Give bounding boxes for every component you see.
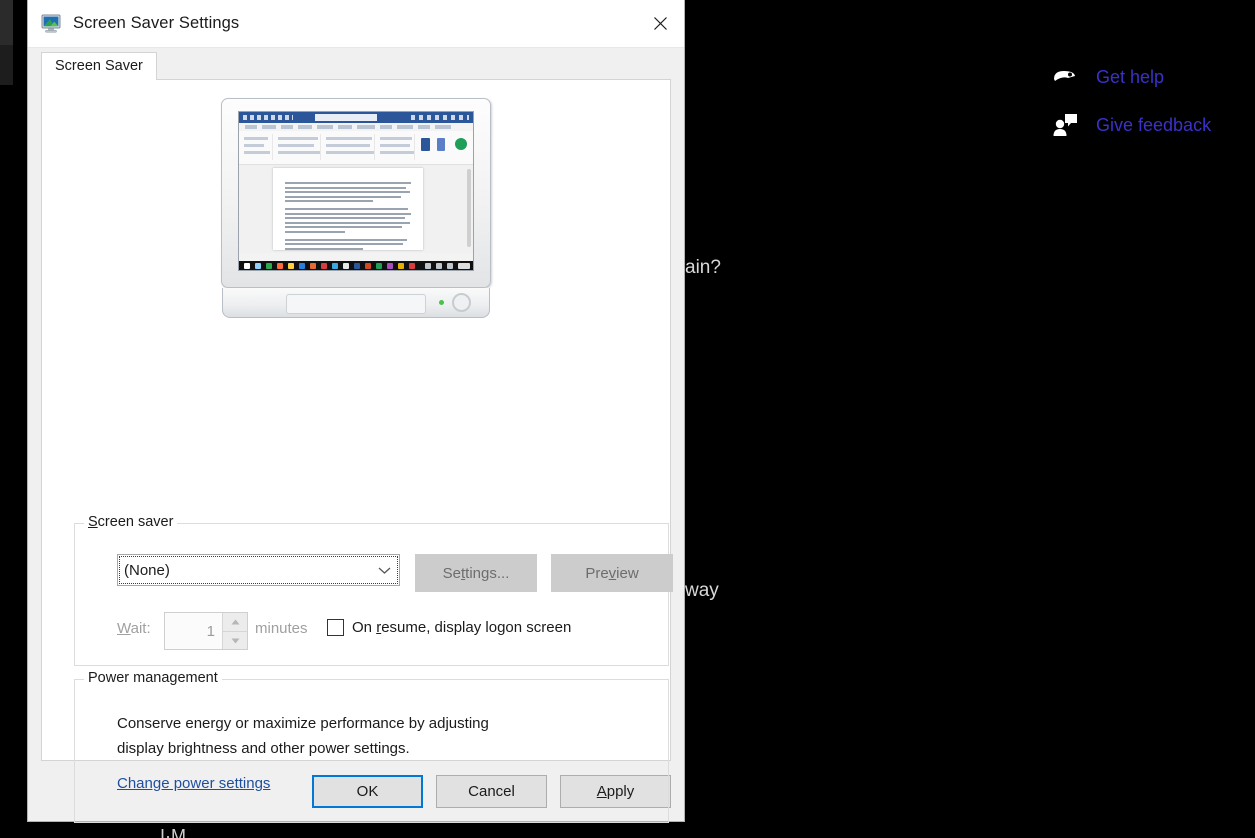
stepper-up-icon[interactable] — [223, 613, 247, 631]
background-link-give-feedback[interactable]: Give feedback — [1050, 110, 1211, 140]
background-sidebar-chip-lower — [0, 45, 13, 85]
word-page — [273, 168, 423, 250]
word-statusbar — [239, 253, 473, 261]
tab-screen-saver[interactable]: Screen Saver — [41, 52, 157, 80]
checkbox-box-icon[interactable] — [327, 619, 344, 636]
background-link-give-feedback-label: Give feedback — [1096, 115, 1211, 136]
word-titlebar — [239, 112, 473, 123]
screen-saver-select[interactable]: (None) — [117, 554, 400, 586]
monitor-screensaver-icon — [41, 14, 63, 34]
screen-root: ain? way Get help Give feedback I·M — [0, 0, 1255, 838]
monitor-stand — [222, 288, 490, 318]
monitor-preview-icon — [221, 98, 491, 320]
screen-saver-select-value: (None) — [118, 562, 369, 579]
word-ribbon-tabs — [239, 123, 473, 131]
on-resume-logon-label: On resume, display logon screen — [352, 619, 571, 636]
feedback-person-icon — [1050, 110, 1080, 140]
chevron-down-icon[interactable] — [369, 555, 399, 585]
screen-saver-group-label-accel: S — [88, 514, 98, 530]
wait-minutes-stepper[interactable]: 1 — [164, 612, 248, 650]
screen-saver-settings-button[interactable]: Settings... — [415, 554, 537, 592]
screen-saver-settings-button-label: Settings... — [443, 565, 510, 582]
power-management-groupbox: Power management Conserve energy or maxi… — [74, 679, 669, 823]
background-link-get-help-label: Get help — [1096, 67, 1164, 88]
word-ribbon — [239, 131, 473, 165]
background-link-get-help[interactable]: Get help — [1050, 62, 1164, 92]
screen-saver-groupbox: Screen saver (None) Settings... Preview … — [74, 523, 669, 666]
screen-saver-preview-button-label: Preview — [585, 565, 638, 582]
background-text-fragment-away: way — [685, 580, 719, 602]
wait-stepper-buttons[interactable] — [222, 613, 247, 649]
power-management-description: Conserve energy or maximize performance … — [117, 711, 489, 761]
background-text-fragment-bottom: I·M — [160, 826, 186, 838]
power-management-description-line1: Conserve energy or maximize performance … — [117, 711, 489, 736]
word-scrollbar[interactable] — [467, 169, 471, 247]
screen-saver-preview-area — [42, 98, 670, 320]
background-sidebar-chip-top — [0, 0, 13, 45]
screen-saver-settings-dialog: Screen Saver Settings Screen Saver — [27, 0, 685, 822]
wait-label: Wait: — [117, 620, 151, 637]
wait-minutes-value: 1 — [165, 613, 222, 649]
headset-icon — [1050, 62, 1080, 92]
dialog-tabstrip: Screen Saver — [28, 48, 684, 79]
tab-page-screen-saver: Screen saver (None) Settings... Preview … — [41, 79, 671, 761]
screen-saver-group-label: Screen saver — [84, 514, 177, 530]
stepper-down-icon[interactable] — [223, 631, 247, 649]
minutes-unit-label: minutes — [255, 620, 308, 637]
monitor-screen — [238, 111, 474, 271]
power-management-description-line2: display brightness and other power setti… — [117, 736, 489, 761]
on-resume-logon-checkbox[interactable]: On resume, display logon screen — [327, 619, 571, 636]
dialog-title: Screen Saver Settings — [73, 14, 239, 33]
change-power-settings-link[interactable]: Change power settings — [117, 775, 270, 792]
windows-taskbar — [239, 261, 473, 270]
screen-saver-group-label-rest: creen saver — [98, 514, 174, 530]
monitor-power-button-icon — [452, 293, 471, 312]
close-icon[interactable] — [636, 0, 684, 47]
word-document-body — [239, 165, 473, 253]
dialog-titlebar: Screen Saver Settings — [28, 0, 684, 48]
tab-screen-saver-label: Screen Saver — [55, 58, 143, 74]
screen-saver-preview-button[interactable]: Preview — [551, 554, 673, 592]
monitor-power-led-icon — [439, 300, 444, 305]
power-management-group-label: Power management — [84, 670, 222, 686]
background-text-fragment-domain: ain? — [685, 257, 721, 279]
